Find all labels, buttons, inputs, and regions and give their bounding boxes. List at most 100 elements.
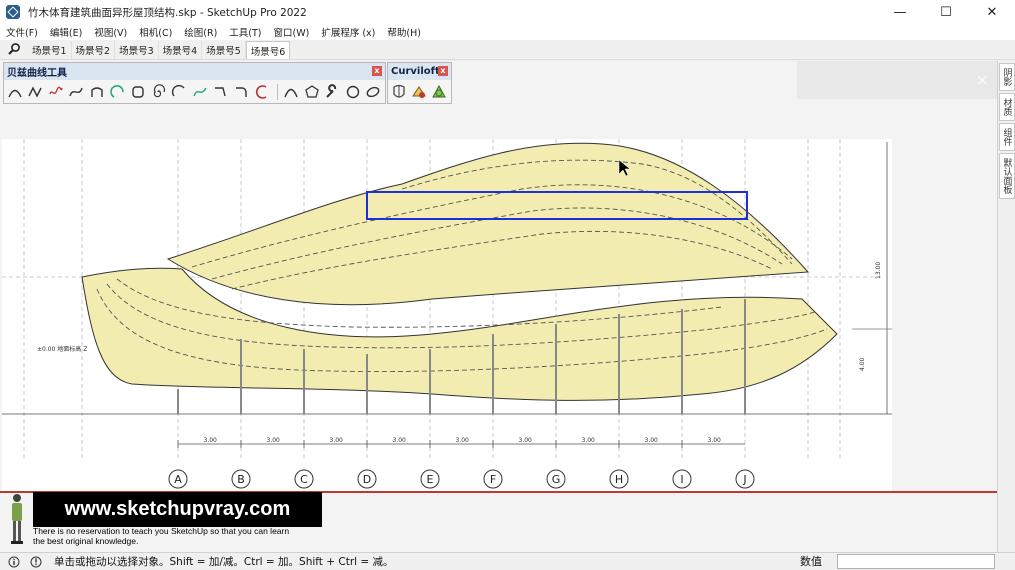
menu-file[interactable]: 文件(F) — [6, 25, 38, 39]
grid-bubble-label: F — [490, 473, 496, 486]
dim-label: 3.00 — [582, 437, 596, 444]
bezier-icon-row — [4, 80, 385, 104]
loft-contour-icon[interactable] — [431, 83, 448, 101]
wrench-icon[interactable] — [323, 83, 341, 101]
bezier-toolbar-close-button[interactable]: x — [372, 66, 382, 76]
dim-label: 3.00 — [519, 437, 533, 444]
faded-close-icon: ✕ — [975, 71, 989, 90]
bezier-toolbar-header[interactable]: 贝兹曲线工具 x — [4, 63, 385, 80]
scene-tab-1[interactable]: 场景号1 — [28, 41, 72, 59]
toolbar-separator — [277, 84, 279, 100]
search-icon — [8, 43, 20, 55]
status-hint: 单击或拖动以选择对象。Shift = 加/减。Ctrl = 加。Shift + … — [54, 556, 394, 568]
menu-edit[interactable]: 编辑(E) — [50, 25, 82, 39]
window-controls: — ☐ ✕ — [877, 0, 1015, 24]
bezier-toolbar: 贝兹曲线工具 x — [3, 62, 386, 104]
help-icon[interactable] — [28, 554, 44, 570]
grid-bubble-label: C — [300, 473, 308, 486]
scene-tab-5[interactable]: 场景号5 — [202, 41, 246, 59]
grid-bubble-label: A — [174, 473, 182, 486]
maximize-button[interactable]: ☐ — [923, 0, 969, 24]
scene-tab-6[interactable]: 场景号6 — [245, 41, 291, 59]
roof-elevation-drawing[interactable]: ±0.00 地面标高 Z 13.00 4.00 3.00 3.00 3.00 3.00… — [2, 139, 892, 491]
ellipse-icon[interactable] — [365, 83, 383, 101]
scene-tab-bar: 场景号1 场景号2 场景号3 场景号4 场景号5 场景号6 — [0, 40, 1015, 60]
arc-corner-icon[interactable] — [232, 83, 250, 101]
menu-view[interactable]: 视图(V) — [94, 25, 127, 39]
right-dim-bottom: 4.00 — [859, 357, 866, 371]
grid-bubble-label: H — [615, 473, 623, 486]
dim-label: 3.00 — [456, 437, 470, 444]
window-title: 竹木体育建筑曲面异形屋顶结构.skp - SketchUp Pro 2022 — [28, 6, 307, 19]
cubic-bezier-icon[interactable] — [68, 83, 86, 101]
title-bar: 竹木体育建筑曲面异形屋顶结构.skp - SketchUp Pro 2022 —… — [0, 0, 1015, 24]
dim-label: 3.00 — [330, 437, 344, 444]
right-dim-top: 13.00 — [875, 262, 882, 279]
rectangle-icon[interactable] — [129, 83, 147, 101]
watermark-banner: www.sketchupvray.com — [33, 492, 322, 527]
upper-roof-surface — [166, 142, 810, 306]
bezier-spline-icon[interactable] — [6, 83, 24, 101]
dim-label: 3.00 — [645, 437, 659, 444]
menu-window[interactable]: 窗口(W) — [274, 25, 310, 39]
scene-tab-2[interactable]: 场景号2 — [72, 41, 116, 59]
minimize-button[interactable]: — — [877, 0, 923, 24]
menu-tools[interactable]: 工具(T) — [229, 25, 261, 39]
faded-panel: ✕ — [797, 61, 997, 99]
curviloft-icon-row — [388, 80, 451, 104]
curviloft-toolbar-close-button[interactable]: x — [438, 66, 448, 76]
tray-tab-default-panel[interactable]: 默认面板 — [999, 153, 1015, 199]
grid-bubble-label: G — [552, 473, 561, 486]
tray-tab-components[interactable]: 组件 — [999, 123, 1015, 151]
grid-bubble-label: D — [363, 473, 371, 486]
curve-loft-icon[interactable] — [282, 83, 300, 101]
measurements-label: 数值 — [800, 555, 822, 568]
tray-tab-materials[interactable]: 材质 — [999, 93, 1015, 121]
catmull-spline-icon[interactable] — [191, 83, 209, 101]
curviloft-toolbar-title: Curviloft — [391, 66, 440, 77]
watermark-url: www.sketchupvray.com — [64, 498, 291, 520]
polyline-curve-icon[interactable] — [27, 83, 45, 101]
arc-3pt-icon[interactable] — [171, 83, 189, 101]
dim-label: 3.00 — [267, 437, 281, 444]
line-corner-icon[interactable] — [212, 83, 230, 101]
grid-bubble-label: I — [680, 473, 683, 486]
loft-skinning-icon[interactable] — [410, 83, 427, 101]
spiral-icon[interactable] — [150, 83, 168, 101]
dim-labels: 3.00 3.00 3.00 3.00 3.00 3.00 3.00 3.00 3.00 — [177, 437, 722, 448]
tray-tab-shadows[interactable]: 阴影 — [999, 63, 1015, 91]
sketchup-app-icon — [6, 5, 20, 19]
curviloft-toolbar-header[interactable]: Curviloft x — [388, 63, 451, 80]
grid-bubble-label: J — [742, 473, 746, 486]
dim-label: 3.00 — [204, 437, 218, 444]
scene-tab-3[interactable]: 场景号3 — [115, 41, 159, 59]
watermark-caption: There is no reservation to teach you Ske… — [33, 526, 333, 546]
measurements-input[interactable] — [837, 554, 995, 569]
polygon-icon[interactable] — [303, 83, 321, 101]
grid-bubble-label: B — [237, 473, 245, 486]
grid-bubbles: A B C D E F G H I J — [168, 469, 755, 489]
menu-bar: 文件(F) 编辑(E) 视图(V) 相机(C) 绘图(R) 工具(T) 窗口(W… — [0, 24, 1015, 40]
grid-bubble-label: E — [427, 473, 434, 486]
dim-label: 3.00 — [708, 437, 722, 444]
dim-label: 3.00 — [393, 437, 407, 444]
bezier-toolbar-title: 贝兹曲线工具 — [7, 68, 67, 79]
default-tray: 阴影 材质 组件 默认面板 — [997, 61, 1015, 552]
curviloft-toolbar: Curviloft x — [387, 62, 452, 104]
mascot-figure-icon — [11, 494, 23, 544]
poly-spline-icon[interactable] — [88, 83, 106, 101]
watermark-line-2: the best original knowledge. — [33, 535, 139, 546]
close-window-button[interactable]: ✕ — [969, 0, 1015, 24]
search-button[interactable] — [0, 39, 28, 59]
info-icon[interactable] — [6, 554, 22, 570]
circle-arc-icon[interactable] — [253, 83, 271, 101]
menu-draw[interactable]: 绘图(R) — [184, 25, 217, 39]
loft-by-spline-icon[interactable] — [390, 83, 407, 101]
menu-extensions[interactable]: 扩展程序 (x) — [321, 25, 375, 39]
scene-tab-4[interactable]: 场景号4 — [159, 41, 203, 59]
arc-icon[interactable] — [109, 83, 127, 101]
menu-help[interactable]: 帮助(H) — [387, 25, 421, 39]
menu-camera[interactable]: 相机(C) — [139, 25, 172, 39]
freehand-icon[interactable] — [47, 83, 65, 101]
circle-icon[interactable] — [344, 83, 362, 101]
